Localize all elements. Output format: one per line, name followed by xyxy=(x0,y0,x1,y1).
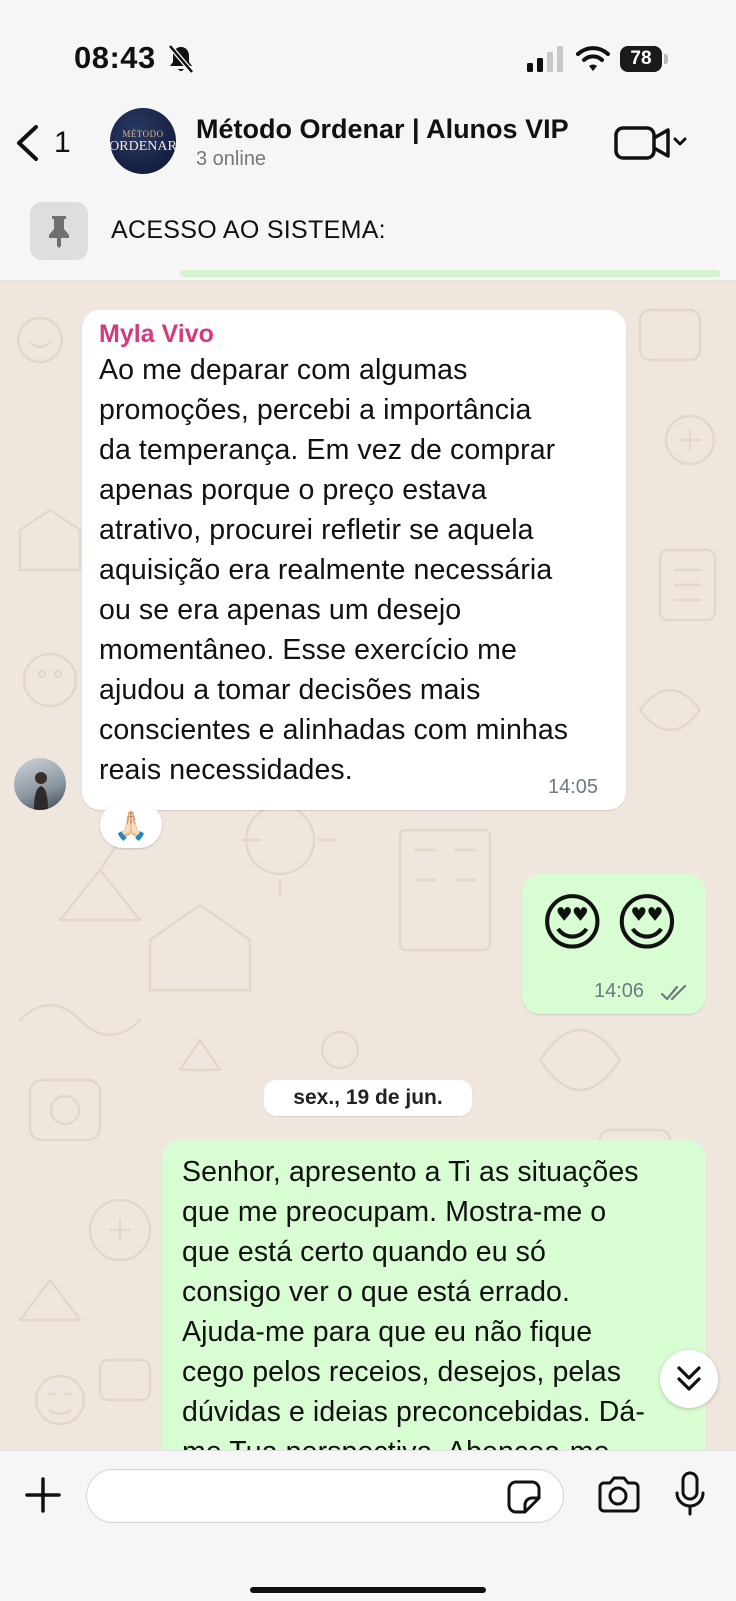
outgoing-message[interactable]: Senhor, apresento a Ti as situações que … xyxy=(162,1140,706,1480)
avatar-text-line1: MÉTODO xyxy=(122,128,164,139)
message-line: apenas porque o preço estava xyxy=(99,474,487,506)
message-line: conscientes e alinhadas com minhas xyxy=(99,714,569,746)
message-line: cego pelos receios, desejos, pelas xyxy=(182,1356,622,1388)
message-line: consigo ver o que está errado. xyxy=(182,1276,570,1308)
video-call-button[interactable] xyxy=(612,122,692,162)
camera-icon[interactable] xyxy=(596,1475,640,1515)
message-line: momentâneo. Esse exercício me xyxy=(99,634,517,666)
group-status: 3 online xyxy=(196,148,267,170)
pinned-message-bar[interactable]: ACESSO AO SISTEMA: xyxy=(0,198,736,281)
sticker-icon[interactable] xyxy=(506,1479,542,1515)
message-line: Ajuda-me para que eu não fique xyxy=(182,1316,593,1348)
status-time: 08:43 xyxy=(74,40,156,75)
double-check-icon xyxy=(660,984,687,1001)
message-line: reais necessidades. xyxy=(99,754,353,786)
message-text: Ao me deparar com algumas promoções, per… xyxy=(99,350,568,790)
chevron-left-icon xyxy=(17,125,38,161)
message-time: 14:05 xyxy=(548,776,599,798)
microphone-icon[interactable] xyxy=(673,1471,707,1517)
bell-slash-icon xyxy=(168,44,194,74)
chevron-down-icon xyxy=(673,137,687,146)
battery-cap xyxy=(664,54,668,64)
message-composer xyxy=(0,1450,736,1601)
pinned-text: ACESSO AO SISTEMA: xyxy=(111,216,386,244)
unread-count: 1 xyxy=(54,126,71,159)
outgoing-message[interactable]: 😍 😍 14:06 xyxy=(522,874,706,1014)
message-line: atrativo, procurei refletir se aquela xyxy=(99,514,534,546)
wifi-icon xyxy=(576,46,610,71)
date-separator: sex., 19 de jun. xyxy=(264,1080,472,1116)
battery-level: 78 xyxy=(620,46,662,72)
message-line: que está certo quando eu só xyxy=(182,1236,546,1268)
battery-icon: 78 xyxy=(620,46,670,72)
message-line: aquisição era realmente necessária xyxy=(99,554,553,586)
group-name[interactable]: Método Ordenar | Alunos VIP xyxy=(196,114,569,145)
pin-icon xyxy=(30,202,88,260)
message-input[interactable] xyxy=(86,1469,564,1523)
message-line: ou se era apenas um desejo xyxy=(99,594,462,626)
message-line: que me preocupam. Mostra-me o xyxy=(182,1196,607,1228)
message-line: da temperança. Em vez de comprar xyxy=(99,434,556,466)
double-chevron-down-icon xyxy=(677,1366,701,1391)
scroll-to-bottom-button[interactable] xyxy=(660,1350,718,1408)
status-bar: 08:43 78 xyxy=(0,0,736,100)
message-line: ajudou a tomar decisões mais xyxy=(99,674,481,706)
message-line: promoções, percebi a importância xyxy=(99,394,532,426)
emoji-content: 😍 😍 xyxy=(540,888,679,960)
message-line: dúvidas e ideias preconcebidas. Dá- xyxy=(182,1396,645,1428)
avatar-text-line2: ORDENAR xyxy=(110,138,176,154)
sender-name[interactable]: Myla Vivo xyxy=(99,320,214,349)
message-text: Senhor, apresento a Ti as situações que … xyxy=(182,1152,692,1472)
plus-icon[interactable] xyxy=(24,1476,62,1514)
group-avatar[interactable]: MÉTODO ORDENAR xyxy=(110,108,176,174)
signal-icon xyxy=(527,46,563,72)
message-line: Ao me deparar com algumas xyxy=(99,354,468,386)
message-time: 14:06 xyxy=(594,980,645,1002)
sender-avatar[interactable] xyxy=(14,758,66,810)
chat-header: 1 MÉTODO ORDENAR Método Ordenar | Alunos… xyxy=(0,100,736,198)
back-button[interactable]: 1 xyxy=(14,118,84,168)
video-camera-icon xyxy=(614,126,670,160)
incoming-message[interactable]: Myla Vivo Ao me deparar com algumas prom… xyxy=(82,310,626,810)
message-reaction[interactable]: 🙏🏻 xyxy=(100,802,162,848)
message-line: Senhor, apresento a Ti as situações xyxy=(182,1156,639,1188)
emoji: 😍 xyxy=(614,889,680,958)
home-indicator xyxy=(250,1587,486,1593)
emoji: 😍 xyxy=(540,889,605,958)
pinned-preview-edge xyxy=(180,270,720,277)
